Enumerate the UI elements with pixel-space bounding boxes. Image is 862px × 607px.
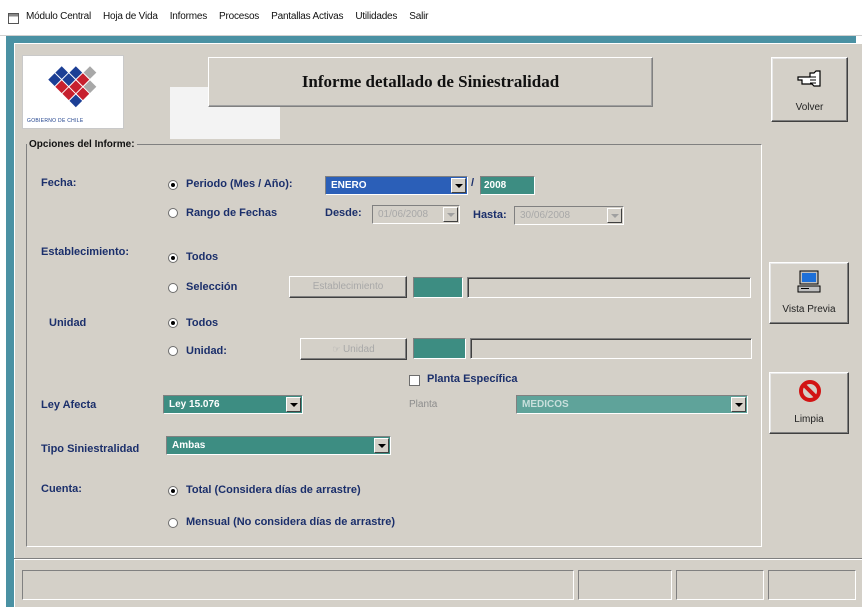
pointing-hand-icon: ☞ — [332, 344, 343, 354]
desde-date-picker[interactable]: 01/06/2008 — [372, 205, 460, 224]
page-title: Informe detallado de Siniestralidad — [301, 72, 560, 91]
planta-label: Planta — [409, 399, 438, 410]
government-logo: GOBIERNO DE CHILE — [22, 55, 124, 129]
unidad-todos-radio[interactable] — [168, 318, 178, 328]
ley-afecta-label: Ley Afecta — [41, 399, 97, 411]
limpia-label: Limpia — [794, 414, 824, 425]
logo-caption: GOBIERNO DE CHILE — [27, 118, 84, 124]
logo-emblem-icon — [48, 66, 97, 108]
chevron-down-icon[interactable] — [286, 397, 301, 412]
unidad-label: Unidad — [49, 317, 87, 329]
computer-icon — [797, 270, 821, 293]
title-panel: Informe detallado de Siniestralidad — [208, 57, 653, 107]
ley-afecta-select[interactable]: Ley 15.076 — [163, 395, 303, 414]
unidad-button-label: Unidad — [342, 344, 375, 355]
planta-value: MEDICOS — [522, 399, 569, 410]
chevron-down-icon[interactable] — [443, 207, 458, 222]
tipo-siniestralidad-label: Tipo Siniestralidad — [41, 443, 140, 455]
menu-item-pantallas-activas[interactable]: Pantallas Activas — [271, 11, 343, 22]
establecimiento-todos-radio[interactable] — [168, 253, 178, 263]
planta-especifica-label[interactable]: Planta Específica — [427, 373, 518, 385]
hasta-label: Hasta: — [473, 209, 507, 221]
cuenta-mensual-radio[interactable] — [168, 518, 178, 528]
hasta-value: 30/06/2008 — [520, 210, 571, 221]
vista-previa-button[interactable]: Vista Previa — [769, 262, 849, 324]
status-separator-highlight — [14, 559, 862, 560]
unidad-code-input[interactable] — [413, 338, 466, 359]
volver-label: Volver — [795, 102, 824, 113]
volver-button[interactable]: Volver — [771, 57, 848, 122]
year-value: 2008 — [484, 180, 507, 191]
unidad-name-input[interactable] — [470, 338, 752, 359]
planta-especifica-checkbox[interactable] — [409, 375, 420, 386]
rango-fechas-radio[interactable] — [168, 208, 178, 218]
menu-item-modulo-central[interactable]: Módulo Central — [26, 11, 91, 22]
menu-bar: Módulo Central Hoja de Vida Informes Pro… — [0, 0, 862, 36]
unidad-todos-label[interactable]: Todos — [186, 317, 218, 329]
month-select[interactable]: ENERO — [325, 176, 468, 195]
chevron-down-icon[interactable] — [607, 208, 622, 223]
rango-fechas-label[interactable]: Rango de Fechas — [186, 207, 277, 219]
chevron-down-icon[interactable] — [731, 397, 746, 412]
menu-item-procesos[interactable]: Procesos — [219, 11, 259, 22]
hasta-date-picker[interactable]: 30/06/2008 — [514, 206, 624, 225]
tipo-siniestralidad-value: Ambas — [172, 440, 206, 451]
date-slash: / — [471, 177, 475, 189]
status-panel-3 — [676, 570, 764, 600]
cuenta-mensual-label[interactable]: Mensual (No considera días de arrastre) — [186, 516, 395, 528]
status-panel-main — [22, 570, 574, 600]
establecimiento-label: Establecimiento: — [41, 246, 130, 258]
cuenta-total-label[interactable]: Total (Considera días de arrastre) — [186, 484, 361, 496]
establecimiento-code-input[interactable] — [413, 277, 463, 298]
establecimiento-button[interactable]: Establecimiento — [289, 276, 407, 298]
cuenta-label: Cuenta: — [41, 483, 82, 495]
options-group-title: Opciones del Informe: — [27, 139, 137, 150]
menu-items: Módulo Central Hoja de Vida Informes Pro… — [26, 11, 428, 22]
month-value: ENERO — [331, 180, 367, 191]
app-menu-icon[interactable] — [8, 13, 19, 24]
ley-afecta-value: Ley 15.076 — [169, 399, 220, 410]
menu-item-utilidades[interactable]: Utilidades — [355, 11, 397, 22]
status-panel-2 — [578, 570, 672, 600]
unidad-radio-label[interactable]: Unidad: — [186, 345, 227, 357]
fecha-label: Fecha: — [41, 177, 77, 189]
establecimiento-seleccion-radio[interactable] — [168, 283, 178, 293]
menu-item-salir[interactable]: Salir — [409, 11, 428, 22]
menu-item-hoja-de-vida[interactable]: Hoja de Vida — [103, 11, 158, 22]
unidad-button[interactable]: ☞ Unidad — [300, 338, 407, 360]
status-panel-4 — [768, 570, 856, 600]
unidad-radio[interactable] — [168, 346, 178, 356]
establecimiento-name-input[interactable] — [467, 277, 751, 298]
establecimiento-seleccion-label[interactable]: Selección — [186, 281, 237, 293]
tipo-siniestralidad-select[interactable]: Ambas — [166, 436, 391, 455]
vista-previa-label: Vista Previa — [782, 304, 836, 315]
pointing-hand-icon — [797, 70, 821, 87]
establecimiento-todos-label[interactable]: Todos — [186, 251, 218, 263]
desde-value: 01/06/2008 — [378, 209, 429, 220]
year-input[interactable]: 2008 — [480, 176, 535, 195]
cuenta-total-radio[interactable] — [168, 486, 178, 496]
limpia-button[interactable]: Limpia — [769, 372, 849, 434]
planta-select[interactable]: MEDICOS — [516, 395, 748, 414]
menu-item-informes[interactable]: Informes — [170, 11, 208, 22]
desde-label: Desde: — [325, 207, 362, 219]
chevron-down-icon[interactable] — [451, 178, 466, 193]
chevron-down-icon[interactable] — [374, 438, 389, 453]
no-entry-icon — [799, 380, 821, 402]
periodo-radio[interactable] — [168, 180, 178, 190]
periodo-label[interactable]: Periodo (Mes / Año): — [186, 178, 293, 190]
